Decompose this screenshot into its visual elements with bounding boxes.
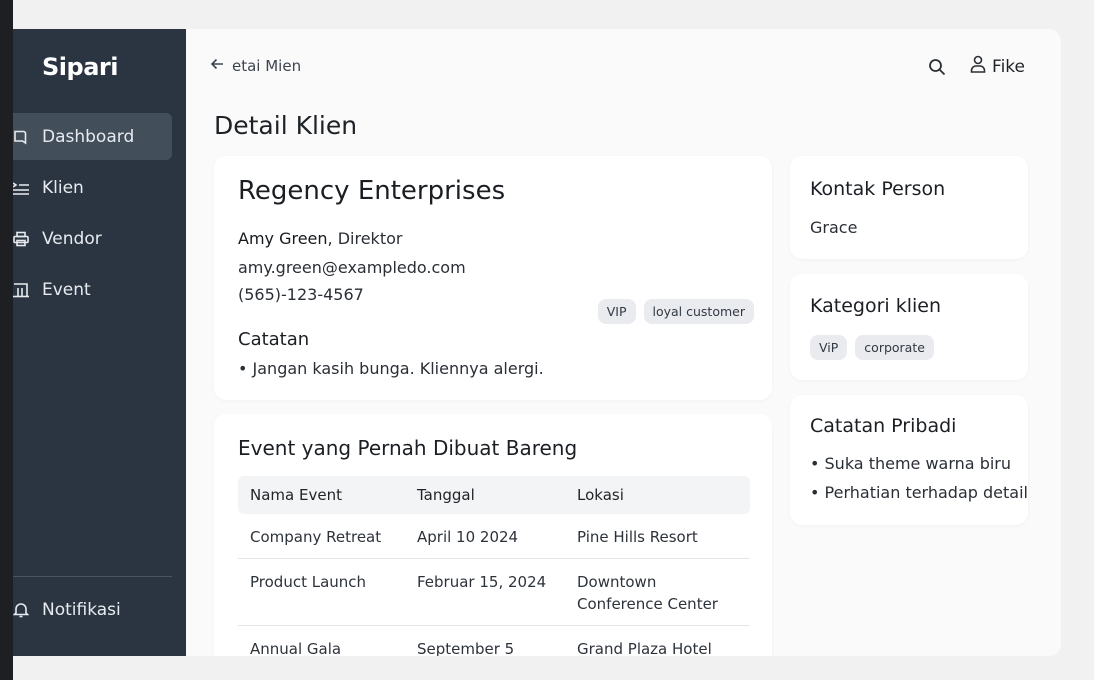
sidebar-divider [13, 576, 172, 577]
category-card: Kategori klien ViP corporate [790, 274, 1028, 380]
category-title: Kategori klien [810, 295, 942, 317]
events-table: Nama Event Tanggal Lokasi Company Retrea… [238, 476, 750, 656]
brand-logo[interactable]: Sipari [42, 53, 118, 81]
table-cell: Downtown Conference Center [565, 558, 750, 626]
column-header: Lokasi [565, 476, 750, 514]
sidebar-item-dashboard[interactable]: Dashboard [13, 113, 172, 160]
search-icon[interactable] [926, 56, 948, 78]
book-icon [13, 129, 29, 145]
private-notes-title: Catatan Pribadi [810, 415, 957, 437]
sidebar-nav: Dashboard Klien Vendor Event [13, 113, 186, 317]
table-cell: Company Retreat [238, 514, 405, 559]
tag-badge: corporate [855, 335, 934, 360]
sidebar-item-klien[interactable]: Klien [13, 164, 186, 211]
column-header: Tanggal [405, 476, 565, 514]
tag-badge: loyal customer [643, 299, 754, 324]
topbar-actions: Fike [926, 55, 1025, 78]
contact-role: , Direktor [327, 229, 403, 248]
private-note-item: • Suka theme warna biru [810, 454, 1012, 473]
notes-title: Catatan [238, 329, 310, 350]
contact-person-title: Kontak Person [810, 178, 946, 200]
notes-item: • Jangan kasih bunga. Kliennya alergi. [238, 359, 544, 378]
table-cell: Februar 15, 2024 [405, 558, 565, 626]
table-row[interactable]: Company Retreat April 10 2024 Pine Hills… [238, 514, 750, 559]
contact-email[interactable]: amy.green@exampledo.com [238, 258, 466, 277]
table-cell: Annual Gala [238, 625, 405, 656]
sidebar: Sipari Dashboard Klien Vendor Event Noti… [13, 29, 186, 656]
bell-icon [13, 602, 29, 618]
client-tags: VIP loyal customer [597, 299, 754, 324]
sidebar-item-vendor[interactable]: Vendor [13, 215, 186, 262]
sidebar-item-label: Event [42, 279, 91, 300]
events-card: Event yang Pernah Dibuat Bareng Nama Eve… [214, 414, 772, 656]
contact-name-line: Amy Green, Direktor [238, 229, 402, 248]
contact-phone[interactable]: (565)-123-4567 [238, 285, 364, 304]
user-menu[interactable]: Fike [970, 55, 1025, 78]
back-link-label: etai Mien [232, 57, 302, 75]
arrow-left-icon [210, 57, 224, 75]
contact-person-name: Grace [810, 218, 858, 237]
tag-badge: ViP [810, 335, 848, 360]
column-header: Nama Event [238, 476, 405, 514]
sidebar-item-label: Notifikasi [42, 600, 121, 620]
back-link[interactable]: etai Mien [210, 57, 301, 75]
category-tags: ViP corporate [810, 335, 934, 360]
table-cell: Pine Hills Resort [565, 514, 750, 559]
sidebar-item-event[interactable]: Event [13, 266, 186, 313]
list-icon [13, 180, 29, 196]
private-notes-card: Catatan Pribadi • Suka theme warna biru … [790, 395, 1028, 525]
table-cell: April 10 2024 [405, 514, 565, 559]
table-row[interactable]: Annual Gala September 5 2023 Grand Plaza… [238, 625, 750, 656]
sidebar-item-notifikasi[interactable]: Notifikasi [13, 589, 172, 631]
table-header-row: Nama Event Tanggal Lokasi [238, 476, 750, 514]
building-icon [13, 282, 29, 298]
sidebar-item-label: Vendor [42, 228, 102, 249]
sidebar-item-label: Dashboard [42, 126, 135, 147]
contact-name: Amy Green [238, 229, 328, 248]
events-title: Event yang Pernah Dibuat Bareng [238, 436, 578, 460]
tag-badge: VIP [597, 299, 636, 324]
window-edge [0, 0, 13, 680]
sidebar-item-label: Klien [42, 177, 84, 198]
contact-person-card: Kontak Person Grace [790, 156, 1028, 259]
private-note-item: • Perhatian terhadap detail [810, 483, 1028, 502]
client-name: Regency Enterprises [238, 176, 506, 206]
printer-icon [13, 231, 29, 247]
main-content: etai Mien Fike Detail Klien Regency Ente… [186, 29, 1061, 656]
client-card: Regency Enterprises Amy Green, Direktor … [214, 156, 772, 400]
user-name: Fike [992, 56, 1025, 77]
app-window: Sipari Dashboard Klien Vendor Event Noti… [13, 29, 1061, 656]
table-cell: Grand Plaza Hotel [565, 625, 750, 656]
table-cell: September 5 2023 [405, 625, 565, 656]
user-icon [970, 55, 986, 78]
table-cell: Product Launch [238, 558, 405, 626]
page-title: Detail Klien [214, 111, 358, 140]
table-row[interactable]: Product Launch Februar 15, 2024 Downtown… [238, 558, 750, 626]
